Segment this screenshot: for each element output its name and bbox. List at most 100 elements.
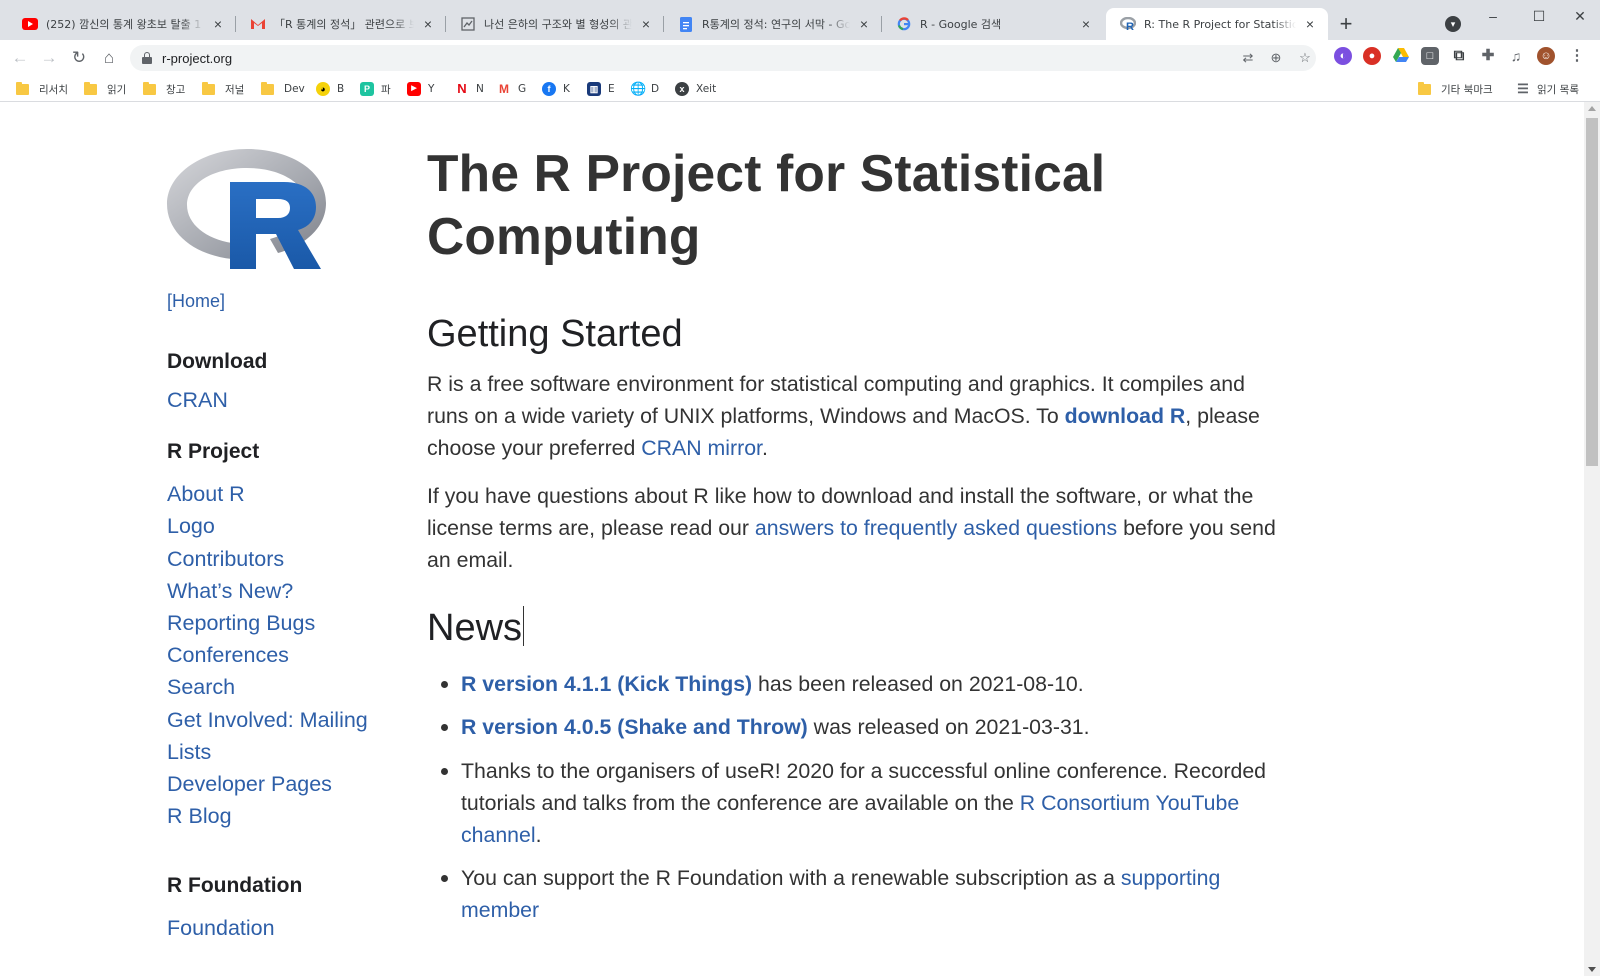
sidebar-link-conferences[interactable]: Conferences xyxy=(167,639,397,671)
page-icon xyxy=(460,16,476,32)
home-link[interactable]: [Home] xyxy=(167,285,397,317)
extension-icon[interactable]: □ xyxy=(1421,47,1439,65)
sidebar-heading-r-foundation: R Foundation xyxy=(167,874,303,898)
maximize-icon[interactable]: ☐ xyxy=(1516,4,1562,28)
minimize-icon[interactable]: – xyxy=(1470,4,1516,28)
sidebar-heading-download: Download xyxy=(167,350,268,373)
tab-strip: (252) 깜신의 통계 왕초보 탈출 1 × 「R 통계의 정석」 관련으로 … xyxy=(0,0,1600,40)
sidebar-link-contributors[interactable]: Contributors xyxy=(167,543,397,575)
extension-icon[interactable]: ⧉ xyxy=(1450,47,1468,65)
bookmark-item[interactable]: P파 xyxy=(360,80,391,98)
page-scrollbar[interactable] xyxy=(1584,102,1600,976)
new-tab-button[interactable]: + xyxy=(1333,12,1359,38)
sidebar-link-mailing-lists[interactable]: Lists xyxy=(167,736,397,768)
reading-list[interactable]: ☰ 읽기 목록 xyxy=(1516,80,1579,98)
scrollbar-thumb[interactable] xyxy=(1586,118,1598,466)
extension-icon[interactable]: ◐ xyxy=(1334,47,1352,65)
url-text[interactable]: r-project.org xyxy=(162,51,232,66)
close-tab-icon[interactable]: × xyxy=(638,16,654,32)
extension-icon[interactable]: ● xyxy=(1363,47,1381,65)
close-tab-icon[interactable]: × xyxy=(1078,16,1094,32)
tab-title: R: The R Project for Statistical Co xyxy=(1144,17,1296,31)
bookmark-item[interactable]: 🌐 D xyxy=(630,80,659,98)
facebook-icon: f xyxy=(542,82,556,96)
menu-icon[interactable]: ⋮ xyxy=(1568,47,1586,65)
sidebar-link-reporting-bugs[interactable]: Reporting Bugs xyxy=(167,607,397,639)
bookmark-item[interactable]: ▥ E xyxy=(587,80,615,98)
tab-title: R - Google 검색 xyxy=(920,18,1002,31)
sidebar-link-mailing-lists[interactable]: Get Involved: Mailing xyxy=(167,704,397,736)
close-tab-icon[interactable]: × xyxy=(856,16,872,32)
download-r-link[interactable]: download R xyxy=(1065,404,1186,428)
r-405-link[interactable]: R version 4.0.5 (Shake and Throw) xyxy=(461,715,808,739)
close-tab-icon[interactable]: × xyxy=(420,16,436,32)
tab-galaxy[interactable]: 나선 은하의 구조와 별 형성의 관 × xyxy=(446,8,664,40)
news-item: You can support the R Foundation with a … xyxy=(427,862,1282,926)
getting-started-paragraph: R is a free software environment for sta… xyxy=(427,372,1260,461)
home-icon[interactable]: ⌂ xyxy=(98,47,120,69)
bookmark-folder[interactable]: 읽기 xyxy=(84,80,126,98)
bookmark-item[interactable]: MG xyxy=(497,80,526,98)
news-heading: News xyxy=(427,606,525,650)
tab-search-icon[interactable]: ▾ xyxy=(1445,16,1461,32)
docs-icon xyxy=(678,16,694,32)
media-icon[interactable]: ♫ xyxy=(1507,47,1525,65)
puzzle-icon[interactable]: ✚ xyxy=(1479,47,1497,65)
tab-title: 나선 은하의 구조와 별 형성의 관 xyxy=(484,18,632,31)
tab-youtube[interactable]: (252) 깜신의 통계 왕초보 탈출 1 × xyxy=(8,8,236,40)
close-tab-icon[interactable]: × xyxy=(210,16,226,32)
bookmark-star-icon[interactable]: ☆ xyxy=(1297,50,1313,66)
sidebar-link-developer-pages[interactable]: Developer Pages xyxy=(167,768,397,800)
r-411-link[interactable]: R version 4.1.1 (Kick Things) xyxy=(461,672,752,696)
bookmark-item[interactable]: NN xyxy=(455,80,484,98)
bookmark-folder[interactable]: 창고 xyxy=(143,80,185,98)
reload-icon[interactable]: ↻ xyxy=(68,47,90,69)
back-icon[interactable]: ← xyxy=(9,47,31,69)
close-tab-icon[interactable]: × xyxy=(1302,16,1318,32)
main-content: The R Project for Statistical Computing … xyxy=(427,142,1282,927)
lock-icon[interactable] xyxy=(142,52,152,64)
folder-icon xyxy=(261,81,274,95)
bookmark-item[interactable]: x Xeit xyxy=(675,80,716,98)
papago-icon: P xyxy=(360,82,374,96)
sidebar-link-search[interactable]: Search xyxy=(167,671,397,703)
sidebar-link-cran[interactable]: CRAN xyxy=(167,384,397,416)
sidebar-link-about-r[interactable]: About R xyxy=(167,478,397,510)
tab-gmail[interactable]: 「R 통계의 정석」 관련으로 보고드 × xyxy=(236,8,446,40)
browser-toolbar: ← → ↻ ⌂ r-project.org ⇄ ⊕ ☆ xyxy=(0,40,1600,76)
other-bookmarks[interactable]: 기타 북마크 xyxy=(1418,80,1493,98)
tab-docs[interactable]: R통계의 정석: 연구의 서막 - Goo × xyxy=(664,8,882,40)
sidebar-link-foundation[interactable]: Foundation xyxy=(167,912,397,944)
close-window-icon[interactable]: ✕ xyxy=(1560,4,1600,28)
sidebar-link-whats-new[interactable]: What’s New? xyxy=(167,575,397,607)
zoom-icon[interactable]: ⊕ xyxy=(1268,50,1284,66)
folder-icon xyxy=(202,81,215,95)
faq-link[interactable]: answers to frequently asked questions xyxy=(755,516,1117,540)
sidebar-link-r-blog[interactable]: R Blog xyxy=(167,800,397,832)
bookmark-folder[interactable]: 리서치 xyxy=(16,80,68,98)
page-content: [Home] Download CRAN R Project About R L… xyxy=(0,102,1583,976)
bookmark-item[interactable]: ◕ B xyxy=(316,80,344,98)
tab-r-project[interactable]: R R: The R Project for Statistical Co × xyxy=(1106,8,1328,40)
avatar[interactable]: ☺ xyxy=(1537,47,1555,65)
bookmark-item[interactable]: ▶ Y xyxy=(407,80,434,98)
b-site-icon: ◕ xyxy=(316,82,330,96)
google-drive-icon[interactable] xyxy=(1392,47,1410,65)
sidebar-link-logo[interactable]: Logo xyxy=(167,510,397,542)
forward-icon[interactable]: → xyxy=(38,47,60,69)
cran-mirror-link[interactable]: CRAN mirror xyxy=(641,436,762,460)
svg-text:R: R xyxy=(1126,21,1134,31)
address-bar[interactable]: r-project.org xyxy=(130,45,1316,71)
translate-icon[interactable]: ⇄ xyxy=(1240,50,1256,66)
news-item: Thanks to the organisers of useR! 2020 f… xyxy=(427,755,1282,852)
bookmark-folder[interactable]: 저널 xyxy=(202,80,244,98)
folder-icon xyxy=(143,81,156,95)
sidebar-heading-r-project: R Project xyxy=(167,440,260,464)
folder-icon xyxy=(1418,81,1431,95)
youtube-icon: ▶ xyxy=(407,82,421,96)
scroll-down-icon[interactable] xyxy=(1588,967,1596,972)
scroll-up-icon[interactable] xyxy=(1588,106,1596,111)
bookmark-folder[interactable]: Dev xyxy=(261,80,305,98)
tab-google-search[interactable]: R - Google 검색 × xyxy=(882,8,1104,40)
bookmark-item[interactable]: fK xyxy=(542,80,570,98)
